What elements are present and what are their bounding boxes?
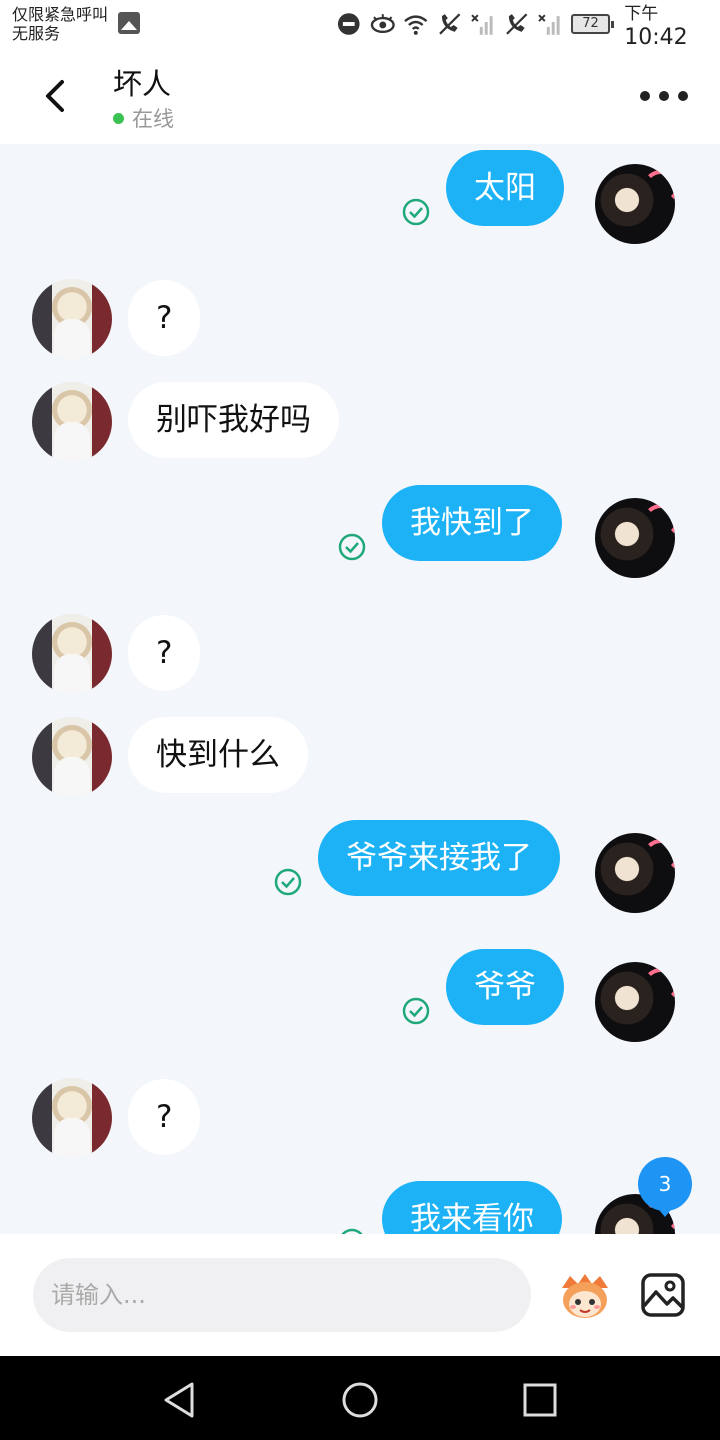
my-avatar[interactable] [595,833,675,913]
message-bubble-incoming[interactable]: ? [128,280,201,356]
online-status-label: 在线 [132,107,174,131]
more-dot-icon [640,91,650,101]
more-options-button[interactable] [640,84,688,108]
contact-avatar[interactable] [32,717,112,797]
more-dot-icon [659,91,669,101]
clock-period: 下午 [624,3,659,24]
nav-recents-icon[interactable] [520,1380,560,1420]
read-check-icon [402,997,430,1025]
online-dot-icon [113,112,124,124]
gallery-notification-icon [118,12,140,34]
contact-name: 坏人 [113,67,172,101]
unread-count-badge[interactable]: 3 [638,1157,692,1217]
no-signal-icon [471,14,493,35]
input-bar [0,1234,720,1356]
do-not-disturb-icon [337,13,360,35]
emoji-sticker-icon[interactable] [556,1272,614,1320]
read-check-icon [402,198,430,226]
online-status: 在线 [113,103,174,133]
image-icon[interactable] [640,1272,686,1318]
system-navigation-bar [0,1356,720,1440]
status-bar: 仅限紧急呼叫 无服务 72 下午10:42 [0,0,720,50]
wifi-icon [404,15,428,35]
more-dot-icon [678,91,688,101]
message-bubble-incoming[interactable]: ? [128,1079,201,1155]
message-bubble-incoming[interactable]: 快到什么 [128,717,308,793]
carrier-status: 仅限紧急呼叫 无服务 [12,5,108,43]
my-avatar[interactable] [595,164,675,244]
battery-icon: 72 [570,14,615,34]
nav-back-icon[interactable] [160,1380,200,1420]
read-check-icon [274,868,302,896]
my-avatar[interactable] [595,962,675,1042]
chat-header: 坏人 在线 [0,48,720,144]
carrier-line-1: 仅限紧急呼叫 [12,5,109,24]
clock: 下午10:42 [624,0,720,50]
clock-time: 10:42 [624,24,688,50]
back-icon[interactable] [36,74,76,118]
message-bubble-outgoing[interactable]: 爷爷 [446,949,564,1025]
contact-avatar[interactable] [32,1078,112,1158]
message-bubble-outgoing[interactable]: 太阳 [446,150,564,226]
message-bubble-outgoing[interactable]: 我来看你 [382,1181,562,1234]
no-call-icon [438,13,461,35]
no-call-icon-2 [505,13,528,35]
no-signal-icon-2 [538,14,560,35]
message-bubble-incoming[interactable]: 别吓我好吗 [128,382,339,458]
contact-avatar[interactable] [32,382,112,462]
message-list[interactable]: 太阳 ? 别吓我好吗 我快到了 ? 快到什么 爷爷来接我了 爷爷 ? 我来看你 … [0,144,720,1234]
message-bubble-outgoing[interactable]: 爷爷来接我了 [318,820,560,896]
message-bubble-incoming[interactable]: ? [128,615,201,691]
nav-home-icon[interactable] [340,1380,380,1420]
my-avatar[interactable] [595,498,675,578]
eye-comfort-icon [370,14,395,34]
contact-avatar[interactable] [32,279,112,359]
carrier-line-2: 无服务 [12,24,61,43]
message-bubble-outgoing[interactable]: 我快到了 [382,485,562,561]
read-check-icon [338,533,366,561]
contact-avatar[interactable] [32,614,112,694]
battery-level: 72 [582,16,599,31]
status-icons: 72 下午10:42 [336,4,720,50]
message-input[interactable] [33,1258,531,1332]
